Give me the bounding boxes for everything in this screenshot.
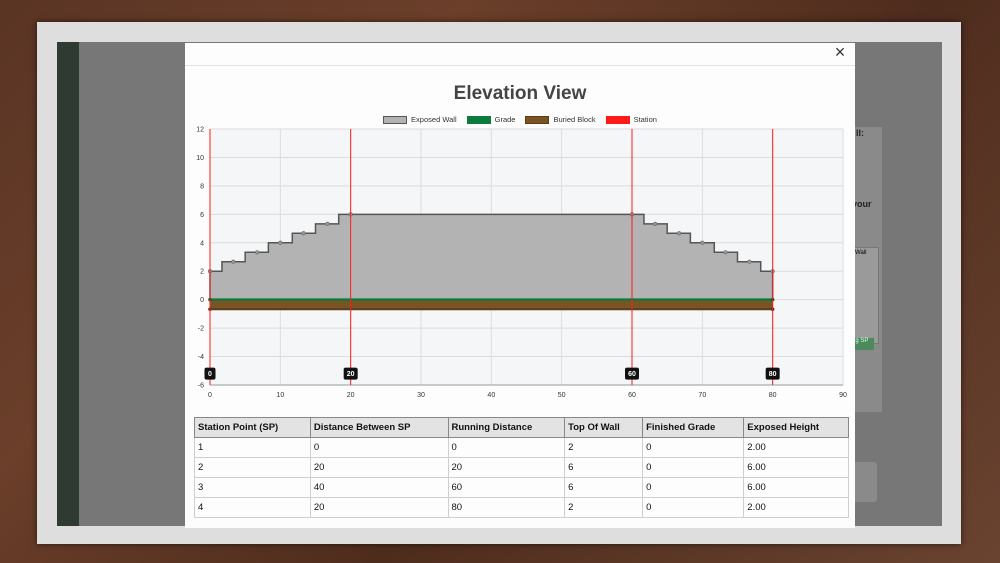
x-tick-label: 60 (628, 392, 636, 399)
wall-point (723, 250, 728, 255)
x-tick-label: 80 (769, 392, 777, 399)
y-tick-label: -2 (198, 326, 204, 333)
table-cell: 2 (194, 457, 311, 478)
modal-title: Elevation View (453, 83, 587, 104)
background-footer-panel (852, 462, 877, 502)
elevation-modal: × Elevation View Exposed Wall Grade Buri… (185, 43, 855, 528)
table-cell: 6 (564, 457, 644, 478)
table-row: 2 20 20 6 0 6.00 (194, 457, 849, 478)
table-cell: 0 (309, 437, 449, 458)
x-tick-label: 90 (839, 392, 847, 399)
y-tick-label: 6 (200, 212, 204, 219)
modal-header: × (185, 43, 855, 66)
wall-point (231, 259, 236, 264)
table-cell: 20 (447, 457, 566, 478)
background-sidebar (57, 42, 79, 526)
table-cell: 20 (309, 457, 449, 478)
table-cell: 1 (194, 437, 311, 458)
y-tick-label: 0 (200, 297, 204, 304)
wall-point (677, 231, 682, 236)
column-header: Finished Grade (642, 417, 745, 438)
table-cell: 60 (447, 477, 566, 498)
column-header: Running Distance (447, 417, 566, 438)
wall-point (700, 240, 705, 245)
table-cell: 0 (642, 437, 745, 458)
station-label: 80 (769, 371, 777, 378)
x-tick-label: 50 (558, 392, 566, 399)
table-cell: 0 (642, 497, 745, 518)
y-tick-label: 2 (200, 269, 204, 276)
table-cell: 40 (309, 477, 449, 498)
close-button[interactable]: × (831, 43, 849, 62)
background-label-1: ll: (856, 128, 864, 138)
background-table-header: Wall (855, 250, 867, 256)
wall-point (747, 259, 752, 264)
x-tick-label: 10 (276, 392, 284, 399)
x-tick-label: 40 (487, 392, 495, 399)
background-table: Wall (852, 247, 879, 344)
table-cell: 0 (642, 457, 745, 478)
column-header: Distance Between SP (309, 417, 449, 438)
station-label: 20 (347, 371, 355, 378)
y-tick-label: 12 (196, 127, 204, 134)
y-tick-label: -6 (198, 383, 204, 390)
y-tick-label: 10 (196, 155, 204, 162)
x-tick-label: 30 (417, 392, 425, 399)
table-cell: 6.00 (743, 477, 849, 498)
column-header: Station Point (SP) (194, 417, 311, 438)
table-cell: 2.00 (743, 437, 849, 458)
table-cell: 2 (564, 497, 644, 518)
column-header: Exposed Height (743, 417, 849, 438)
table-cell: 0 (447, 437, 566, 458)
x-tick-label: 70 (698, 392, 706, 399)
table-cell: 20 (309, 497, 449, 518)
background-add-button: ng SP (852, 338, 874, 350)
table-header-row: Station Point (SP) Distance Between SP R… (194, 417, 849, 438)
x-tick-label: 0 (208, 392, 212, 399)
station-label: 0 (208, 371, 212, 378)
table-cell: 6.00 (743, 457, 849, 478)
y-tick-label: 4 (200, 240, 204, 247)
station-label: 60 (628, 371, 636, 378)
column-header: Top Of Wall (564, 417, 644, 438)
wall-point (255, 250, 260, 255)
elevation-chart: 0 10 20 30 40 50 60 70 80 90 -6 -4 -2 0 2 4 6 8 10 12 0 20 60 8… (196, 127, 847, 400)
x-tick-label: 20 (347, 392, 355, 399)
station-table: Station Point (SP) Distance Between SP R… (194, 417, 849, 518)
table-cell: 0 (642, 477, 745, 498)
table-cell: 4 (194, 497, 311, 518)
table-row: 3 40 60 6 0 6.00 (194, 477, 849, 498)
y-tick-label: -4 (198, 354, 204, 361)
wall-point (278, 240, 283, 245)
table-row: 1 0 0 2 0 2.00 (194, 437, 849, 458)
table-row: 4 20 80 2 0 2.00 (194, 497, 849, 518)
table-cell: 3 (194, 477, 311, 498)
table-cell: 6 (564, 477, 644, 498)
wall-point (301, 231, 306, 236)
buried-block-band (210, 299, 773, 310)
wall-point (325, 221, 330, 226)
wall-point (653, 221, 658, 226)
table-cell: 80 (447, 497, 566, 518)
y-tick-label: 8 (200, 183, 204, 190)
table-cell: 2 (564, 437, 644, 458)
table-cell: 2.00 (743, 497, 849, 518)
